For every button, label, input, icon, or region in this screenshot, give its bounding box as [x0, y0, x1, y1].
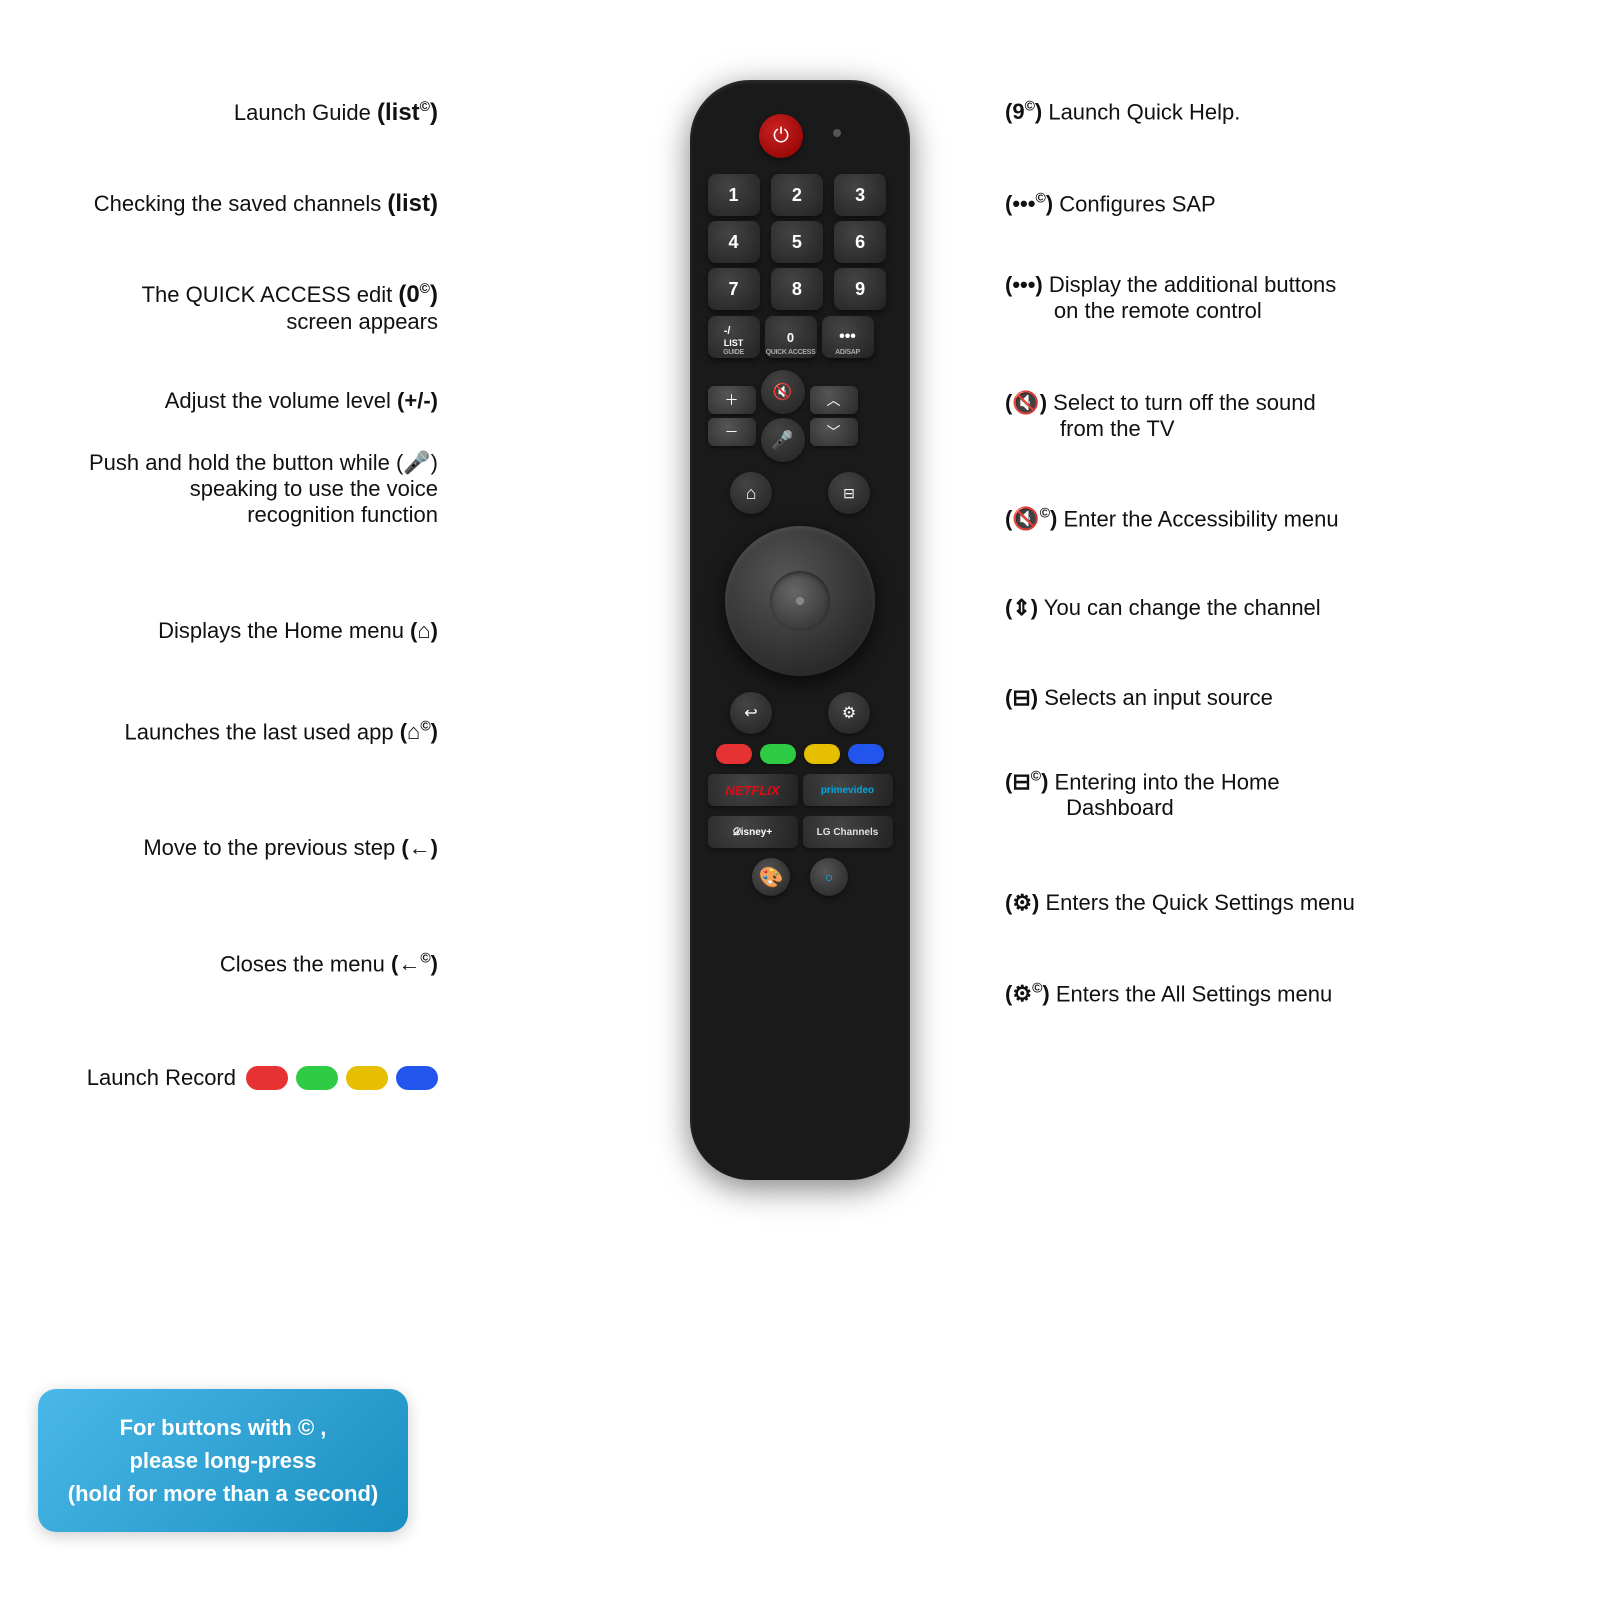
- home-row: ⌂ ⊟: [730, 472, 870, 514]
- yellow-button[interactable]: [804, 744, 840, 764]
- annotation-configures-sap: (•••©) Configures SAP: [1005, 190, 1505, 217]
- alexa-button[interactable]: ○: [810, 858, 848, 896]
- annotation-quick-settings-text: (⚙) Enters the Quick Settings menu: [1005, 890, 1355, 915]
- info-box-line2: please long-press: [62, 1444, 384, 1477]
- annotation-quick-access: The QUICK ACCESS edit (0©)screen appears: [38, 280, 438, 335]
- annotation-close-menu: Closes the menu (←©): [38, 950, 438, 977]
- annotation-close-menu-text: Closes the menu (←©): [220, 951, 438, 976]
- assistant-row: 🎨 ○: [708, 858, 893, 896]
- record-yellow: [346, 1066, 388, 1090]
- streaming-row-1: NETFLIX primevideo: [708, 774, 893, 806]
- annotation-input-source: (⊟) Selects an input source: [1005, 685, 1505, 711]
- annotation-prev-step-text: Move to the previous step (←): [143, 835, 438, 860]
- annotation-quick-help-text: (9©) Launch Quick Help.: [1005, 99, 1240, 124]
- annotation-voice: Push and hold the button while (🎤)speaki…: [38, 450, 438, 528]
- annotation-additional-buttons-text: (•••) Display the additional buttons on …: [1005, 272, 1336, 323]
- blue-button[interactable]: [848, 744, 884, 764]
- btn-more[interactable]: ••• AD/SAP: [822, 316, 874, 358]
- vol-up-button[interactable]: ＋: [708, 386, 756, 414]
- annotation-volume-text: Adjust the volume level (+/-): [165, 388, 438, 413]
- color-buttons: [708, 744, 893, 764]
- annotation-quick-help: (9©) Launch Quick Help.: [1005, 98, 1505, 125]
- annotation-additional-buttons: (•••) Display the additional buttons on …: [1005, 272, 1505, 324]
- red-button[interactable]: [716, 744, 752, 764]
- annotation-voice-text: Push and hold the button while (🎤)speaki…: [89, 450, 438, 527]
- lg-channels-button[interactable]: LG Channels: [803, 816, 893, 848]
- record-color-buttons: [246, 1066, 438, 1090]
- annotation-all-settings-text: (⚙©) Enters the All Settings menu: [1005, 981, 1332, 1006]
- annotation-home-dashboard: (⊟©) Entering into the Home Dashboard: [1005, 768, 1505, 821]
- green-button[interactable]: [760, 744, 796, 764]
- input-button[interactable]: ⊟: [828, 472, 870, 514]
- scroll-inner: [770, 571, 830, 631]
- settings-button[interactable]: ⚙: [828, 692, 870, 734]
- ch-down-button[interactable]: ﹀: [810, 418, 858, 446]
- ch-up-button[interactable]: ︿: [810, 386, 858, 414]
- annotation-home-dashboard-text: (⊟©) Entering into the Home Dashboard: [1005, 769, 1280, 820]
- volume-channel-area: ＋ － 🔇 🎤 ︿ ﹀: [708, 370, 893, 462]
- record-blue: [396, 1066, 438, 1090]
- btn-8[interactable]: 8: [771, 268, 823, 310]
- netflix-button[interactable]: NETFLIX: [708, 774, 798, 806]
- btn-5[interactable]: 5: [771, 221, 823, 263]
- annotation-input-source-text: (⊟) Selects an input source: [1005, 685, 1273, 710]
- scroll-dot: [796, 597, 804, 605]
- annotation-last-app-text: Launches the last used app (⌂©): [125, 719, 439, 744]
- annotation-prev-step: Move to the previous step (←): [38, 835, 438, 861]
- prime-video-button[interactable]: primevideo: [803, 774, 893, 806]
- annotation-all-settings: (⚙©) Enters the All Settings menu: [1005, 980, 1505, 1007]
- info-box-line1: For buttons with © ,: [62, 1411, 384, 1444]
- btn-3[interactable]: 3: [834, 174, 886, 216]
- back-button[interactable]: ↩: [730, 692, 772, 734]
- annotation-change-channel-text: (⇕) You can change the channel: [1005, 595, 1321, 620]
- number-grid: 1 2 3 4 5 6 7 8 9: [708, 174, 893, 310]
- btn-list[interactable]: -/LIST GUIDE: [708, 316, 760, 358]
- annotation-launch-guide-text: Launch Guide (list©): [234, 100, 438, 125]
- btn-9[interactable]: 9: [834, 268, 886, 310]
- annotation-checking-channels-text: Checking the saved channels (list): [94, 191, 438, 216]
- btn-1[interactable]: 1: [708, 174, 760, 216]
- btn-2[interactable]: 2: [771, 174, 823, 216]
- btn-4[interactable]: 4: [708, 221, 760, 263]
- annotation-mute-text: (🔇) Select to turn off the sound from th…: [1005, 390, 1316, 441]
- annotation-accessibility-text: (🔇©) Enter the Accessibility menu: [1005, 506, 1339, 531]
- power-button[interactable]: [759, 114, 803, 158]
- btn-0[interactable]: 0 QUICK ACCESS: [765, 316, 817, 358]
- annotation-change-channel: (⇕) You can change the channel: [1005, 595, 1505, 621]
- function-row: -/LIST GUIDE 0 QUICK ACCESS ••• AD/SAP: [708, 316, 893, 358]
- annotation-checking-channels: Checking the saved channels (list): [38, 190, 438, 218]
- annotation-launch-record-text: Launch Record: [87, 1065, 236, 1091]
- record-green: [296, 1066, 338, 1090]
- annotation-home-menu-text: Displays the Home menu (⌂): [158, 618, 438, 643]
- annotation-accessibility: (🔇©) Enter the Accessibility menu: [1005, 505, 1505, 532]
- btn-7[interactable]: 7: [708, 268, 760, 310]
- info-box-line3: (hold for more than a second): [62, 1477, 384, 1510]
- record-red: [246, 1066, 288, 1090]
- google-assistant-button[interactable]: 🎨: [752, 858, 790, 896]
- annotation-home-menu: Displays the Home menu (⌂): [38, 618, 438, 644]
- action-row: ↩ ⚙: [730, 692, 870, 734]
- annotation-volume: Adjust the volume level (+/-): [38, 388, 438, 414]
- annotation-launch-record: Launch Record: [38, 1065, 438, 1091]
- annotation-last-app: Launches the last used app (⌂©): [38, 718, 438, 745]
- home-button[interactable]: ⌂: [730, 472, 772, 514]
- annotation-launch-guide: Launch Guide (list©): [38, 98, 438, 127]
- vol-down-button[interactable]: －: [708, 418, 756, 446]
- info-box: For buttons with © , please long-press (…: [38, 1389, 408, 1532]
- remote-control: 1 2 3 4 5 6 7 8 9 -/LIST GUIDE 0 QUICK A…: [690, 80, 910, 1180]
- disney-plus-button[interactable]: 𝒟isney+: [708, 816, 798, 848]
- annotation-mute: (🔇) Select to turn off the sound from th…: [1005, 390, 1505, 442]
- mute-button[interactable]: 🔇: [761, 370, 805, 414]
- btn-6[interactable]: 6: [834, 221, 886, 263]
- scroll-wheel[interactable]: [725, 526, 875, 676]
- annotation-configures-sap-text: (•••©) Configures SAP: [1005, 191, 1216, 216]
- annotation-quick-settings: (⚙) Enters the Quick Settings menu: [1005, 890, 1505, 916]
- annotation-quick-access-text: The QUICK ACCESS edit (0©)screen appears: [142, 282, 438, 334]
- mic-button[interactable]: 🎤: [761, 418, 805, 462]
- streaming-row-2: 𝒟isney+ LG Channels: [708, 816, 893, 848]
